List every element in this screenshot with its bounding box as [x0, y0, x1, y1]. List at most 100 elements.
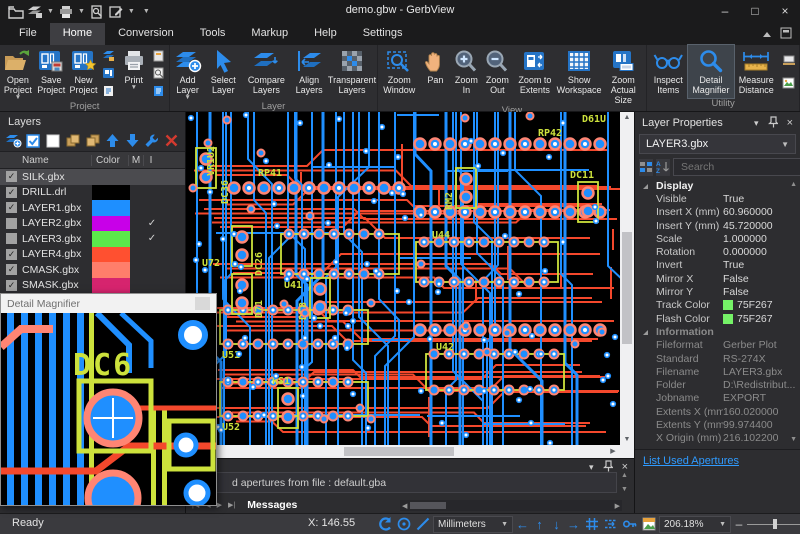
layer-color-swatch[interactable] — [92, 262, 130, 278]
search-input[interactable] — [679, 160, 800, 174]
sort-alphabetical-icon[interactable]: AZ — [656, 159, 670, 176]
pane-menu-icon[interactable]: ▾ — [754, 118, 759, 129]
messages-horizontal-scrollbar[interactable]: ◀ ▶ — [400, 500, 622, 511]
layer-row[interactable]: ✓SMASK.gbx — [0, 278, 185, 294]
new-project-button[interactable]: New Project — [68, 45, 100, 101]
layer-color-swatch[interactable] — [92, 278, 130, 294]
layer-color-swatch[interactable] — [92, 216, 130, 232]
property-row[interactable]: JobnameEXPORT — [635, 392, 800, 405]
check-all-icon[interactable] — [25, 132, 42, 148]
section-information[interactable]: Information — [635, 325, 800, 338]
layer-selector-dropdown[interactable]: LAYER3.gbx ▼ — [639, 134, 796, 154]
layer-visibility-checkbox[interactable]: ✓ — [6, 187, 17, 198]
add-layer-icon[interactable] — [5, 132, 22, 148]
zoom-in-button[interactable]: Zoom In — [451, 45, 482, 105]
layer-row[interactable]: ✓DRILL.drl — [0, 185, 185, 201]
open-project-icon[interactable] — [8, 3, 24, 20]
layer-color-swatch[interactable] — [92, 169, 130, 185]
pan-button[interactable]: Pan — [420, 45, 451, 105]
property-row[interactable]: Mirror XFalse — [635, 272, 800, 285]
qat-overflow-icon[interactable]: ▼ — [143, 8, 150, 15]
vertical-scroll-thumb[interactable] — [622, 232, 632, 344]
zoom-slider[interactable] — [747, 517, 800, 531]
show-workspace-button[interactable]: Show Workspace — [557, 45, 601, 105]
save-project-button[interactable]: Save Project — [35, 45, 68, 101]
delete-layer-icon[interactable] — [163, 132, 180, 148]
messages-scrollbar[interactable]: ▲▼ — [618, 472, 631, 493]
property-row[interactable]: FolderD:\Redistribut... — [635, 378, 800, 391]
property-row[interactable]: StandardRS-274X — [635, 352, 800, 365]
scroll-left-icon[interactable]: ◀ — [402, 502, 407, 510]
layer-visibility-checkbox[interactable]: ✓ — [6, 202, 17, 213]
select-layer-button[interactable]: Select Layer — [204, 45, 243, 101]
pan-down-icon[interactable]: ↓ — [549, 517, 564, 532]
layer-color-swatch[interactable] — [92, 185, 130, 201]
move-up-icon[interactable] — [104, 132, 121, 148]
scroll-right-icon[interactable]: ▶ — [606, 445, 620, 458]
board-icon[interactable] — [100, 66, 117, 80]
column-header-color[interactable]: Color — [92, 155, 129, 166]
page-setup-icon[interactable] — [150, 49, 167, 63]
detail-magnifier-button[interactable]: Detail Magnifier — [688, 45, 733, 98]
markup-icon[interactable] — [108, 3, 124, 20]
units-dropdown[interactable]: Millimeters▼ — [433, 516, 513, 533]
measure-distance-button[interactable]: Measure Distance — [734, 45, 779, 98]
dropdown-arrow-icon[interactable]: ▼ — [78, 8, 85, 15]
layer-color-swatch[interactable] — [92, 200, 130, 216]
zoom-level-dropdown[interactable]: 206.18%▼ — [659, 516, 731, 533]
copy-to-bottom-icon[interactable] — [84, 132, 101, 148]
property-row[interactable]: Insert X (mm)60.960000 — [635, 206, 800, 219]
zoom-to-extents-button[interactable]: Zoom to Extents — [513, 45, 557, 105]
add-layer-button[interactable]: Add Layer▼ — [171, 45, 204, 101]
close-icon[interactable] — [195, 297, 210, 310]
layer-visibility-checkbox[interactable]: ✓ — [6, 280, 17, 291]
layer-visibility-checkbox[interactable]: ✓ — [6, 264, 17, 275]
property-row[interactable]: FileformatGerber Plot — [635, 339, 800, 352]
property-row[interactable]: Flash Color75F267 — [635, 312, 800, 325]
horizontal-scroll-thumb[interactable] — [344, 447, 454, 456]
snap-center-icon[interactable] — [395, 516, 412, 532]
detail-magnifier-window[interactable]: Detail Magnifier DC6 — [0, 293, 217, 506]
save-icon[interactable] — [27, 3, 43, 20]
print-to-file-icon[interactable] — [150, 84, 167, 98]
canvas-vertical-scrollbar[interactable]: ▲ ▼ — [620, 112, 634, 445]
next-tab-icon[interactable]: ▶ — [217, 501, 222, 509]
layer-color-swatch[interactable] — [92, 231, 130, 247]
canvas-horizontal-scrollbar[interactable]: ◀ ▶ — [186, 445, 620, 458]
pan-up-icon[interactable]: ↑ — [532, 517, 547, 532]
pcb-canvas[interactable]: RP41RP42U41U44U42U51U52DC36DC26D71DC8RM2… — [186, 112, 620, 445]
minimize-button[interactable]: – — [710, 0, 740, 22]
pan-left-icon[interactable]: ← — [515, 517, 530, 532]
maximize-button[interactable]: □ — [740, 0, 770, 22]
pin-icon[interactable] — [768, 116, 778, 130]
column-header-mirror[interactable]: M — [129, 155, 144, 166]
move-down-icon[interactable] — [124, 132, 141, 148]
uncheck-all-icon[interactable] — [45, 132, 62, 148]
image-icon[interactable] — [780, 76, 797, 90]
print-button[interactable]: Print▼ — [118, 45, 149, 101]
layer-row[interactable]: ✓LAYER1.gbx — [0, 200, 185, 216]
print-icon[interactable] — [58, 3, 74, 20]
detail-magnifier-titlebar[interactable]: Detail Magnifier — [1, 294, 216, 313]
layer-visibility-checkbox[interactable]: ✓ — [6, 171, 17, 182]
scroll-right-icon[interactable]: ▶ — [615, 502, 620, 510]
layer-invert-cell[interactable]: ✓ — [145, 233, 159, 244]
tab-settings[interactable]: Settings — [350, 23, 416, 45]
capture-icon[interactable] — [780, 53, 797, 67]
layer-row[interactable]: ✓LAYER4.gbx — [0, 247, 185, 263]
slider-thumb[interactable] — [773, 519, 777, 529]
property-row[interactable]: FilenameLAYER3.gbx — [635, 365, 800, 378]
ribbon-options-icon[interactable] — [780, 27, 792, 42]
dropdown-arrow-icon[interactable]: ▼ — [128, 8, 135, 15]
close-pane-icon[interactable]: × — [787, 117, 793, 129]
property-row[interactable]: Insert Y (mm)45.720000 — [635, 219, 800, 232]
key-icon[interactable] — [621, 516, 638, 532]
scroll-up-icon[interactable]: ▲ — [620, 112, 634, 123]
categorized-view-icon[interactable] — [639, 159, 653, 176]
print-preview-icon[interactable] — [89, 3, 105, 20]
dropdown-arrow-icon[interactable]: ▼ — [47, 8, 54, 15]
pan-right-icon[interactable]: → — [566, 517, 581, 532]
tab-file[interactable]: File — [6, 23, 50, 45]
note-icon[interactable] — [100, 84, 117, 98]
property-row[interactable]: X Origin (mm)216.102200 — [635, 432, 800, 445]
